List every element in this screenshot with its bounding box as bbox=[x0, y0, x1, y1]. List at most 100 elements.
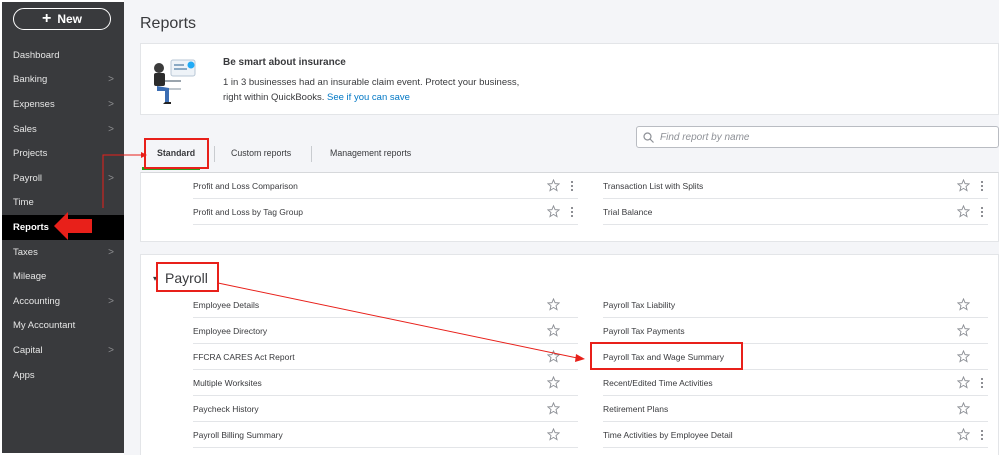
report-row[interactable]: Payroll Billing Summary bbox=[193, 422, 578, 448]
report-link[interactable]: Profit and Loss by Tag Group bbox=[193, 207, 303, 217]
sidebar-item-label: Projects bbox=[13, 148, 48, 160]
tab-label: Management reports bbox=[330, 148, 412, 158]
sidebar-item-label: Time bbox=[13, 197, 34, 209]
report-row[interactable]: Multiple Worksites bbox=[193, 370, 578, 396]
sidebar-item-my-accountant[interactable]: My Accountant bbox=[2, 314, 124, 339]
report-row[interactable]: FFCRA CARES Act Report bbox=[193, 344, 578, 370]
report-link[interactable]: Profit and Loss Comparison bbox=[193, 181, 298, 191]
star-icon[interactable] bbox=[547, 205, 560, 218]
report-row[interactable]: Paycheck History bbox=[193, 396, 578, 422]
sidebar-item-mileage[interactable]: Mileage bbox=[2, 264, 124, 289]
payroll-section-header[interactable]: ▾ Payroll bbox=[153, 265, 208, 291]
report-link[interactable]: Transaction List with Splits bbox=[603, 181, 703, 191]
report-link[interactable]: FFCRA CARES Act Report bbox=[193, 352, 295, 362]
sidebar-item-label: My Accountant bbox=[13, 320, 76, 332]
report-row[interactable]: Profit and Loss by Tag Group bbox=[193, 199, 578, 225]
tab-divider bbox=[311, 146, 312, 162]
sidebar-item-projects[interactable]: Projects bbox=[2, 141, 124, 166]
chevron-right-icon: > bbox=[108, 246, 114, 258]
tab-standard[interactable]: Standard bbox=[157, 138, 195, 168]
report-link[interactable]: Payroll Tax Liability bbox=[603, 300, 675, 310]
star-icon[interactable] bbox=[957, 376, 970, 389]
star-icon[interactable] bbox=[957, 205, 970, 218]
chevron-right-icon: > bbox=[108, 344, 114, 356]
report-link[interactable]: Trial Balance bbox=[603, 207, 652, 217]
sidebar-item-accounting[interactable]: Accounting > bbox=[2, 289, 124, 314]
report-row[interactable]: Payroll Tax Liability bbox=[603, 292, 988, 318]
report-row[interactable]: Trial Balance bbox=[603, 199, 988, 225]
sidebar-item-reports[interactable]: Reports bbox=[2, 215, 124, 240]
report-link[interactable]: Employee Details bbox=[193, 300, 259, 310]
more-vertical-icon[interactable] bbox=[980, 180, 984, 192]
report-row[interactable]: Profit and Loss Comparison bbox=[193, 173, 578, 199]
banner-body: 1 in 3 businesses had an insurable claim… bbox=[223, 75, 519, 105]
report-section-previous: Profit and Loss Comparison Profit and Lo… bbox=[140, 172, 999, 242]
caret-down-icon[interactable]: ▾ bbox=[153, 274, 157, 283]
report-search[interactable] bbox=[636, 126, 999, 148]
search-input[interactable] bbox=[658, 130, 982, 144]
report-link[interactable]: Payroll Tax Payments bbox=[603, 326, 685, 336]
row-actions bbox=[547, 428, 574, 441]
star-icon[interactable] bbox=[547, 179, 560, 192]
report-link[interactable]: Payroll Tax and Wage Summary bbox=[603, 352, 724, 362]
report-row[interactable]: Employee Details bbox=[193, 292, 578, 318]
star-icon[interactable] bbox=[547, 298, 560, 311]
star-icon[interactable] bbox=[957, 350, 970, 363]
more-vertical-icon[interactable] bbox=[980, 377, 984, 389]
banner-line-prefix: right within QuickBooks. bbox=[223, 92, 325, 103]
report-link[interactable]: Payroll Billing Summary bbox=[193, 430, 283, 440]
sidebar-item-payroll[interactable]: Payroll > bbox=[2, 166, 124, 191]
sidebar-item-dashboard[interactable]: Dashboard bbox=[2, 43, 124, 68]
star-icon[interactable] bbox=[547, 376, 560, 389]
report-row[interactable]: Payroll Tax Payments bbox=[603, 318, 988, 344]
sidebar-item-label: Mileage bbox=[13, 271, 47, 283]
star-icon[interactable] bbox=[957, 428, 970, 441]
sidebar-item-label: Reports bbox=[13, 221, 49, 233]
more-vertical-icon[interactable] bbox=[980, 429, 984, 441]
star-icon[interactable] bbox=[957, 298, 970, 311]
more-vertical-icon[interactable] bbox=[980, 206, 984, 218]
tab-label: Custom reports bbox=[231, 148, 292, 158]
star-icon[interactable] bbox=[547, 402, 560, 415]
chevron-right-icon: > bbox=[108, 98, 114, 110]
report-link[interactable]: Time Activities by Employee Detail bbox=[603, 430, 733, 440]
tab-custom-reports[interactable]: Custom reports bbox=[231, 138, 291, 168]
report-row[interactable]: Employee Directory bbox=[193, 318, 578, 344]
star-icon[interactable] bbox=[547, 428, 560, 441]
star-icon[interactable] bbox=[547, 324, 560, 337]
report-link[interactable]: Multiple Worksites bbox=[193, 378, 262, 388]
banner-line: 1 in 3 businesses had an insurable claim… bbox=[223, 77, 520, 88]
star-icon[interactable] bbox=[957, 402, 970, 415]
report-row[interactable]: Retirement Plans bbox=[603, 396, 988, 422]
sidebar-item-sales[interactable]: Sales > bbox=[2, 117, 124, 142]
report-link[interactable]: Paycheck History bbox=[193, 404, 259, 414]
active-tab-indicator bbox=[142, 167, 200, 170]
sidebar-item-expenses[interactable]: Expenses > bbox=[2, 92, 124, 117]
tab-management-reports[interactable]: Management reports bbox=[330, 138, 411, 168]
see-if-you-can-save-link[interactable]: See if you can save bbox=[327, 92, 410, 103]
sidebar-item-label: Dashboard bbox=[13, 49, 60, 61]
new-button[interactable]: + New bbox=[13, 8, 111, 30]
sidebar-item-taxes[interactable]: Taxes > bbox=[2, 240, 124, 265]
section-title[interactable]: Payroll bbox=[165, 270, 208, 286]
tab-label: Standard bbox=[157, 148, 196, 158]
more-vertical-icon[interactable] bbox=[570, 206, 574, 218]
row-actions bbox=[547, 298, 574, 311]
report-link[interactable]: Retirement Plans bbox=[603, 404, 668, 414]
star-icon[interactable] bbox=[957, 324, 970, 337]
sidebar-item-banking[interactable]: Banking > bbox=[2, 68, 124, 93]
sidebar-item-label: Banking bbox=[13, 74, 48, 86]
star-icon[interactable] bbox=[957, 179, 970, 192]
more-vertical-icon[interactable] bbox=[570, 180, 574, 192]
sidebar-item-apps[interactable]: Apps bbox=[2, 363, 124, 388]
report-link[interactable]: Recent/Edited Time Activities bbox=[603, 378, 713, 388]
sidebar-item-capital[interactable]: Capital > bbox=[2, 338, 124, 363]
report-row[interactable]: Transaction List with Splits bbox=[603, 173, 988, 199]
star-icon[interactable] bbox=[547, 350, 560, 363]
report-link[interactable]: Employee Directory bbox=[193, 326, 267, 336]
sidebar-item-label: Capital bbox=[13, 344, 43, 356]
report-row[interactable]: Recent/Edited Time Activities bbox=[603, 370, 988, 396]
sidebar-item-time[interactable]: Time bbox=[2, 191, 124, 216]
report-row[interactable]: Payroll Tax and Wage Summary bbox=[603, 344, 988, 370]
report-row[interactable]: Time Activities by Employee Detail bbox=[603, 422, 988, 448]
